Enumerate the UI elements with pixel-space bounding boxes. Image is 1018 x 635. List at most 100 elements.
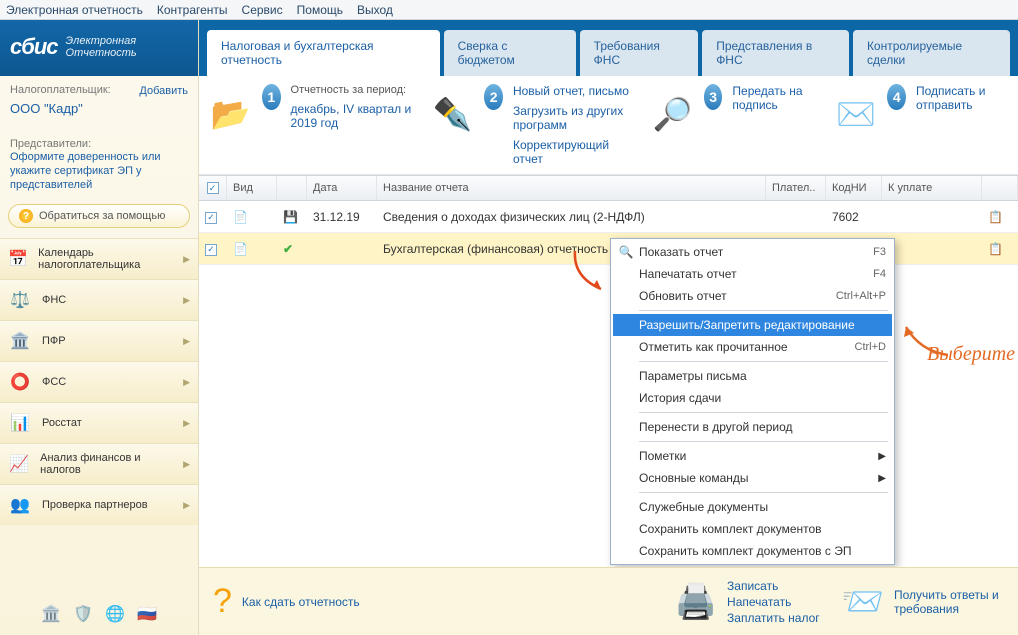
sidebar-item-6[interactable]: 👥Проверка партнеров▶	[0, 484, 198, 525]
tab-fns-submissions[interactable]: Представления в ФНС	[702, 30, 849, 76]
brand-logo: сбис	[10, 34, 58, 60]
ctx-item-8[interactable]: История сдачи	[613, 387, 892, 409]
sidebar-item-2[interactable]: 🏛️ПФР▶	[0, 320, 198, 361]
ctx-shortcut: Ctrl+Alt+P	[836, 290, 886, 302]
ctx-item-2[interactable]: Обновить отчетCtrl+Alt+P	[613, 285, 892, 307]
ctx-label: Показать отчет	[639, 245, 723, 259]
ctx-item-5[interactable]: Отметить как прочитанноеCtrl+D	[613, 336, 892, 358]
col-payer[interactable]: Плател..	[766, 176, 826, 200]
col-date[interactable]: Дата	[307, 176, 377, 200]
table-row[interactable]: ✓ 📄 ✔ Бухгалтерская (финансовая) отчетно…	[199, 233, 1018, 265]
sidebar-item-4[interactable]: 📊Росстат▶	[0, 402, 198, 443]
step3-num: 3	[704, 84, 722, 110]
ctx-item-12[interactable]: Пометки▶	[613, 445, 892, 467]
reps-label: Представители:	[10, 138, 188, 150]
step2-new-report[interactable]: Новый отчет, письмо	[513, 84, 633, 98]
taxpayer-label: Налогоплательщик:	[10, 84, 111, 98]
step3-to-sign[interactable]: Передать на подпись	[732, 84, 816, 112]
reports-table: ✓ Вид Дата Название отчета Плател.. КодН…	[199, 175, 1018, 567]
table-header: ✓ Вид Дата Название отчета Плател.. КодН…	[199, 175, 1018, 201]
ctx-item-10[interactable]: Перенести в другой период	[613, 416, 892, 438]
chevron-right-icon: ▶	[183, 377, 190, 388]
content-area: Налоговая и бухгалтерская отчетность Све…	[199, 20, 1018, 635]
ctx-item-1[interactable]: Напечатать отчетF4	[613, 263, 892, 285]
nav-icon: 📅	[8, 247, 28, 271]
row-checkbox[interactable]: ✓	[205, 212, 217, 224]
printer-icon: 🖨️	[675, 582, 717, 622]
sidebar-footer-icons: 🏛️ 🛡️ 🌐 🇷🇺	[0, 597, 198, 635]
ctx-shortcut: Ctrl+D	[855, 341, 886, 353]
brand-sub: ЭлектроннаяОтчетность	[66, 35, 137, 59]
org-link[interactable]: ООО "Кадр"	[10, 102, 188, 116]
sidebar-item-3[interactable]: ⭕ ФСС ▶	[0, 361, 198, 402]
nav-icon: ⚖️	[8, 288, 32, 312]
reps-section: Представители: Оформите доверенность или…	[0, 124, 198, 200]
menu-exit[interactable]: Выход	[357, 3, 393, 17]
ctx-item-7[interactable]: Параметры письма	[613, 365, 892, 387]
col-type[interactable]: Вид	[227, 176, 277, 200]
ctx-label: Основные команды	[639, 471, 749, 485]
tab-budget-reconcile[interactable]: Сверка с бюджетом	[444, 30, 576, 76]
tab-fns-requests[interactable]: Требования ФНС	[580, 30, 699, 76]
step2-load[interactable]: Загрузить из других программ	[513, 104, 633, 132]
help-button[interactable]: ? Обратиться за помощью	[8, 204, 190, 228]
step4-sign-send[interactable]: Подписать и отправить	[916, 84, 1008, 112]
ctx-label: История сдачи	[639, 391, 721, 405]
col-ni[interactable]: КодНИ	[826, 176, 882, 200]
table-row[interactable]: ✓ 📄 💾 31.12.19 Сведения о доходах физиче…	[199, 201, 1018, 233]
sidebar: сбис ЭлектроннаяОтчетность Налогоплатель…	[0, 20, 199, 635]
bottom-paytax[interactable]: Заплатить налог	[727, 611, 820, 625]
footer-icon-3: 🌐	[104, 603, 126, 625]
ctx-item-16[interactable]: Сохранить комплект документов	[613, 518, 892, 540]
chevron-right-icon: ▶	[183, 254, 190, 265]
row-action-icon[interactable]: 📋	[982, 242, 1018, 256]
sidebar-item-label: Росстат	[42, 417, 82, 429]
ctx-separator	[639, 412, 888, 413]
bottom-receive-label: Получить ответы и требования	[894, 588, 1004, 616]
ctx-label: Разрешить/Запретить редактирование	[639, 318, 855, 332]
col-pay[interactable]: К уплате	[882, 176, 982, 200]
ctx-item-0[interactable]: 🔍Показать отчетF3	[613, 241, 892, 263]
ctx-item-17[interactable]: Сохранить комплект документов с ЭП	[613, 540, 892, 562]
tab-controlled-deals[interactable]: Контролируемые сделки	[853, 30, 1010, 76]
tab-tax-reporting[interactable]: Налоговая и бухгалтерская отчетность	[207, 30, 440, 76]
header-checkbox[interactable]: ✓	[207, 182, 219, 194]
nav-list: 📅Календарь налогоплательщика▶⚖️ФНС▶🏛️ПФР…	[0, 238, 198, 525]
steps-row: 📂 1 Отчетность за период: декабрь, IV кв…	[199, 76, 1018, 175]
nav-icon: 📈	[8, 452, 30, 476]
tabs: Налоговая и бухгалтерская отчетность Све…	[199, 20, 1018, 76]
ctx-item-15[interactable]: Служебные документы	[613, 496, 892, 518]
sidebar-item-0[interactable]: 📅Календарь налогоплательщика▶	[0, 238, 198, 279]
step1-icon: 📂	[209, 84, 252, 144]
callout-arrow-icon	[900, 321, 950, 361]
menu-help[interactable]: Помощь	[297, 3, 343, 17]
reps-link[interactable]: Оформите доверенность или укажите сертиф…	[10, 150, 188, 192]
ctx-item-13[interactable]: Основные команды▶	[613, 467, 892, 489]
menu-service[interactable]: Сервис	[242, 3, 283, 17]
add-taxpayer-link[interactable]: Добавить	[139, 84, 188, 98]
step1-label: Отчетность за период:	[291, 84, 414, 96]
sidebar-item-label: ПФР	[42, 335, 66, 347]
step2-correct[interactable]: Корректирующий отчет	[513, 138, 633, 166]
ctx-label: Пометки	[639, 449, 686, 463]
sidebar-item-5[interactable]: 📈Анализ финансов и налогов▶	[0, 443, 198, 484]
sidebar-item-1[interactable]: ⚖️ФНС▶	[0, 279, 198, 320]
nav-icon: 👥	[8, 493, 32, 517]
chevron-right-icon: ▶	[183, 418, 190, 429]
sidebar-item-label: ФСС	[42, 376, 66, 388]
bottom-print[interactable]: Напечатать	[727, 595, 820, 609]
row-action-icon[interactable]: 📋	[982, 210, 1018, 224]
bottom-save[interactable]: Записать	[727, 579, 820, 593]
col-name[interactable]: Название отчета	[377, 176, 766, 200]
ctx-item-4[interactable]: Разрешить/Запретить редактирование	[613, 314, 892, 336]
step3-icon: 🔎	[651, 84, 694, 144]
step1-period-link[interactable]: декабрь, IV квартал и 2019 год	[291, 102, 414, 130]
howto-label: Как сдать отчетность	[242, 595, 360, 609]
nav-icon: ⭕	[8, 370, 32, 394]
menu-counterparties[interactable]: Контрагенты	[157, 3, 228, 17]
menu-ereport[interactable]: Электронная отчетность	[6, 3, 143, 17]
bottom-receive[interactable]: 📨 Получить ответы и требования	[842, 582, 1004, 622]
row-checkbox[interactable]: ✓	[205, 244, 217, 256]
howto-link[interactable]: ? Как сдать отчетность	[213, 582, 360, 621]
footer-icon-1: 🏛️	[40, 603, 62, 625]
